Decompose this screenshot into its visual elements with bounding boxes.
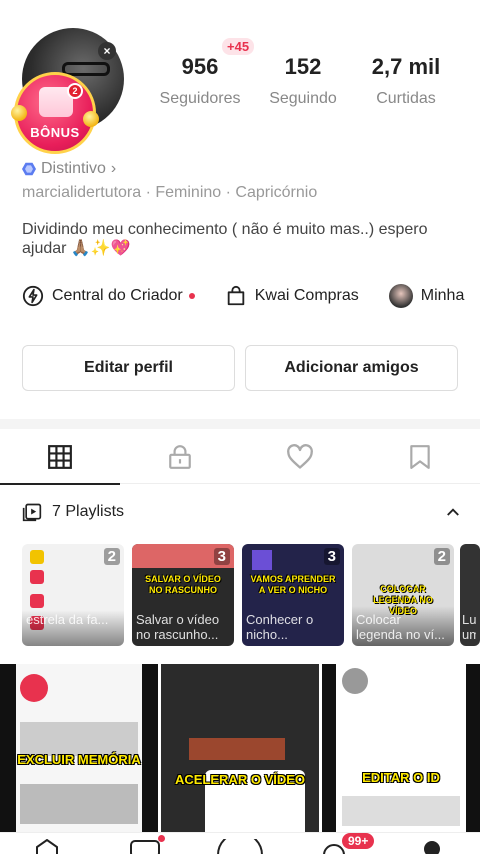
bookmark-icon — [410, 445, 430, 469]
distintivo-label: Distintivo — [41, 160, 106, 177]
playlists-header[interactable]: 7 Playlists — [22, 500, 462, 524]
bonus-label: BÔNUS — [30, 125, 80, 140]
coin-icon — [11, 105, 27, 121]
quick-links-row: Central do Criador Kwai Compras Minha — [22, 280, 480, 312]
following-label: Seguindo — [269, 90, 337, 107]
likes-stat[interactable]: 2,7 mil Curtidas — [366, 54, 446, 108]
my-link-label: Minha — [420, 287, 465, 304]
my-link[interactable]: Minha — [388, 284, 465, 308]
playlist-card[interactable]: Lu... um... — [460, 544, 480, 646]
playlist-card[interactable]: COLOCAR LEGENDA NO VÍDEO 2 Colocar legen… — [352, 544, 454, 646]
kwai-shop-link[interactable]: Kwai Compras — [225, 285, 359, 307]
game-icon[interactable] — [130, 839, 160, 854]
active-tab-indicator — [0, 483, 120, 485]
avatar — [388, 284, 413, 308]
creator-center-link[interactable]: Central do Criador — [22, 285, 195, 307]
video-caption: EDITAR O ID — [362, 770, 440, 785]
playlist-title: estrela da fa... — [26, 612, 109, 627]
kwai-shop-label: Kwai Compras — [254, 287, 359, 304]
new-followers-badge: +45 — [222, 38, 255, 55]
notification-count-badge: 99+ — [342, 833, 375, 849]
content-tabs — [0, 430, 480, 485]
lock-icon — [169, 445, 191, 469]
shopping-bag-icon — [227, 285, 244, 306]
profile-bio: Dividindo meu conhecimento ( não é muito… — [22, 221, 428, 257]
bottom-navigation — [0, 832, 480, 854]
heart-icon — [287, 444, 313, 469]
video-caption: ACELERAR O VÍDEO — [174, 772, 305, 787]
bonus-badge[interactable]: 2 BÔNUS — [11, 72, 99, 154]
distintivo-link[interactable]: Distintivo › — [22, 160, 116, 178]
playlist-card[interactable]: VAMOS APRENDER A VER O NICHO 3 Conhecer … — [242, 544, 344, 646]
creator-center-label: Central do Criador — [52, 287, 183, 304]
playlist-overlay: VAMOS APRENDER A VER O NICHO — [250, 574, 336, 595]
video-thumbnail[interactable]: ACELERAR O VÍDEO — [161, 664, 319, 834]
chevron-up-icon[interactable] — [444, 503, 462, 521]
video-caption: EXCLUIR MEMÓRIA — [17, 752, 141, 767]
followers-stat[interactable]: 956 Seguidores — [158, 54, 242, 108]
edit-profile-button[interactable]: Editar perfil — [22, 345, 235, 391]
home-icon[interactable] — [34, 839, 60, 854]
playlist-title: Colocar legenda no ví... — [356, 612, 445, 642]
video-thumbnail[interactable]: EDITAR O ID — [322, 664, 480, 834]
profile-avatar[interactable]: × 2 BÔNUS — [11, 28, 124, 154]
tab-saved[interactable] — [360, 430, 480, 484]
grid-icon — [48, 445, 72, 469]
tab-likes[interactable] — [240, 430, 360, 484]
tab-private[interactable] — [120, 430, 240, 484]
playlist-title: Salvar o vídeo no rascunho... — [136, 612, 220, 642]
playlist-title: Conhecer o nicho... — [246, 612, 314, 642]
playlist-icon — [22, 503, 42, 522]
playlist-count: 2 — [103, 548, 120, 565]
playlists-label: 7 Playlists — [52, 503, 125, 520]
coin-icon — [83, 111, 99, 127]
playlist-count: 3 — [213, 548, 230, 565]
add-video-icon[interactable] — [216, 839, 264, 854]
add-friends-button[interactable]: Adicionar amigos — [245, 345, 458, 391]
playlist-count: 2 — [433, 548, 450, 565]
playlist-title: Lu... um... — [462, 612, 476, 642]
profile-icon[interactable] — [424, 841, 440, 854]
playlist-card[interactable]: SALVAR O VÍDEO NO RASCUNHO 3 Salvar o ví… — [132, 544, 234, 646]
notification-dot — [188, 293, 195, 299]
lightning-icon — [22, 285, 44, 307]
playlist-count: 3 — [323, 548, 340, 565]
tab-grid[interactable] — [0, 430, 120, 485]
followers-count: 956 — [181, 54, 219, 79]
distintivo-icon — [22, 162, 36, 176]
playlist-card[interactable]: 2 estrela da fa... — [22, 544, 124, 646]
section-divider — [0, 419, 480, 429]
following-stat[interactable]: 152 Seguindo — [266, 54, 340, 108]
chevron-right-icon: › — [110, 160, 117, 177]
bonus-count-badge: 2 — [67, 83, 83, 99]
close-icon[interactable]: × — [98, 42, 116, 60]
likes-count: 2,7 mil — [371, 54, 441, 79]
video-thumbnail[interactable]: EXCLUIR MEMÓRIA — [0, 664, 158, 834]
following-count: 152 — [284, 54, 322, 79]
followers-label: Seguidores — [159, 90, 241, 107]
playlist-overlay: SALVAR O VÍDEO NO RASCUNHO — [145, 574, 221, 595]
likes-label: Curtidas — [376, 90, 436, 107]
profile-meta: marcialidertutora · Feminino · Capricórn… — [22, 184, 318, 201]
notification-dot — [158, 835, 165, 842]
